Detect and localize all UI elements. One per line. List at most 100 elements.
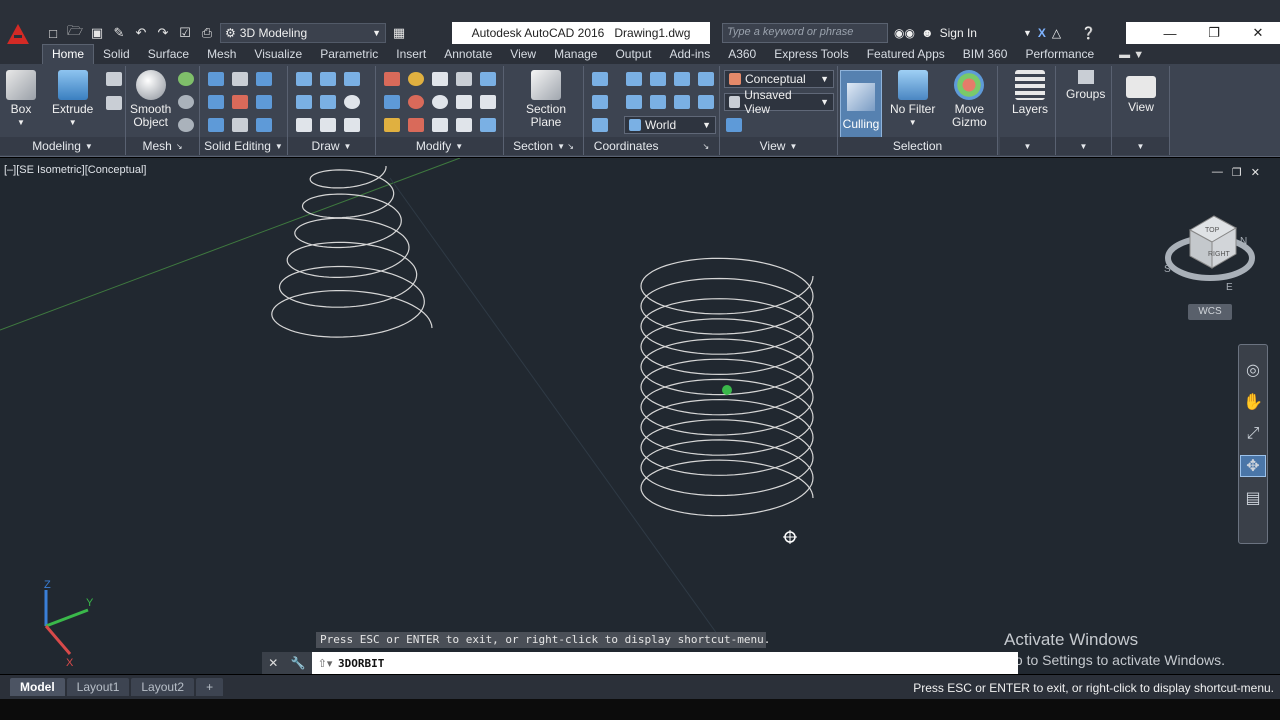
tab-add-ins[interactable]: Add-ins: [661, 45, 720, 64]
panel-label-coordinates[interactable]: Coordinates ↘: [584, 137, 719, 155]
tab-mesh[interactable]: Mesh: [198, 45, 245, 64]
steering-wheel-icon[interactable]: ◎: [1240, 359, 1266, 381]
separate-icon[interactable]: [256, 118, 272, 132]
ucs-y-icon[interactable]: [674, 95, 690, 109]
panel-label-modify[interactable]: Modify ▼: [376, 137, 503, 155]
workspace-selector[interactable]: ⚙ 3D Modeling ▼: [220, 23, 386, 43]
groups-button[interactable]: Groups: [1066, 70, 1105, 101]
exchange-icon[interactable]: X: [1038, 26, 1046, 40]
mesh-smooth-less-icon[interactable]: [178, 95, 194, 109]
no-filter-button[interactable]: No Filter ▼: [890, 70, 935, 129]
close-icon[interactable]: ✕: [268, 656, 278, 670]
match-properties-icon[interactable]: [384, 118, 400, 132]
plot-icon[interactable]: ⎙: [198, 24, 216, 42]
circle-icon[interactable]: [344, 95, 360, 109]
ucs-dropdown[interactable]: World ▼: [624, 116, 716, 134]
erase-icon[interactable]: [408, 118, 424, 132]
command-history-icon[interactable]: ⇧▾: [312, 657, 338, 670]
ucs-3point-icon[interactable]: [626, 95, 642, 109]
command-input[interactable]: 3DORBIT: [338, 657, 384, 670]
tab-express-tools[interactable]: Express Tools: [765, 45, 857, 64]
open-icon[interactable]: 🗁: [66, 23, 84, 42]
culling-button[interactable]: Culling: [840, 70, 882, 138]
tab-visualize[interactable]: Visualize: [245, 45, 311, 64]
visual-style-dropdown[interactable]: Conceptual ▼: [724, 70, 834, 88]
spline-icon[interactable]: [296, 95, 312, 109]
save-icon[interactable]: ▣: [88, 24, 106, 42]
sign-in-button[interactable]: Sign In: [940, 26, 977, 40]
tab-manage[interactable]: Manage: [545, 45, 606, 64]
presspull-icon[interactable]: [106, 96, 122, 110]
tab-insert[interactable]: Insert: [387, 45, 435, 64]
thicken-icon[interactable]: [232, 118, 248, 132]
box-button[interactable]: Box ▼: [6, 70, 36, 129]
panel-label-section[interactable]: Section ▼ ↘: [504, 137, 583, 155]
3d-array-icon[interactable]: [384, 95, 400, 109]
tab-view[interactable]: View: [501, 45, 545, 64]
close-icon[interactable]: ✕: [1251, 166, 1260, 179]
pan-icon[interactable]: ✋: [1240, 391, 1266, 413]
tab-output[interactable]: Output: [606, 45, 660, 64]
ucs-object-icon[interactable]: [698, 95, 714, 109]
tab-featured-apps[interactable]: Featured Apps: [858, 45, 954, 64]
3d-move-icon[interactable]: [384, 72, 400, 86]
union-icon[interactable]: [208, 72, 224, 86]
drawing-viewport[interactable]: Z Y X TOP RIGHT N E S [–][SE Isometric][…: [0, 158, 1280, 674]
panel-label-draw[interactable]: Draw ▼: [288, 137, 375, 155]
rectangle-icon[interactable]: [320, 118, 336, 132]
new-icon[interactable]: □: [44, 24, 62, 42]
extract-edges-icon[interactable]: [256, 72, 272, 86]
3d-align-icon[interactable]: [480, 72, 496, 86]
panel-label-solid-editing[interactable]: Solid Editing ▼: [200, 137, 287, 155]
save-as-icon[interactable]: ✎: [110, 24, 128, 42]
tab-a360[interactable]: A360: [719, 45, 765, 64]
panel-label-view[interactable]: View ▼: [720, 137, 837, 155]
panel-label-modeling[interactable]: Modeling ▼: [0, 137, 125, 155]
minimize-icon[interactable]: —: [1148, 22, 1192, 44]
showmotion-icon[interactable]: ▤: [1240, 487, 1266, 509]
mesh-smooth-more-icon[interactable]: [178, 72, 194, 86]
ucs-origin-icon[interactable]: [650, 72, 666, 86]
section-plane-button[interactable]: Section Plane: [526, 70, 566, 129]
tab-layout2[interactable]: Layout2: [131, 678, 195, 696]
polyline-icon[interactable]: [296, 72, 312, 86]
tab-layout1[interactable]: Layout1: [66, 678, 130, 696]
panel-label-groups[interactable]: ▼: [1056, 137, 1111, 155]
ucs-named-icon[interactable]: [592, 118, 608, 132]
panel-label-view-big[interactable]: ▼: [1112, 137, 1169, 155]
undo-icon[interactable]: ↶: [132, 24, 150, 42]
subtract-icon[interactable]: [208, 95, 224, 109]
redo-icon[interactable]: ↷: [154, 24, 172, 42]
mesh-refine-icon[interactable]: [178, 118, 194, 132]
viewport-controls-label[interactable]: [–][SE Isometric][Conceptual]: [4, 164, 146, 176]
rotate-icon[interactable]: [432, 95, 448, 109]
3d-scale-icon[interactable]: [456, 72, 472, 86]
ribbon-minimize-icon[interactable]: ▬ ▼: [1119, 49, 1144, 64]
share-icon[interactable]: ▦: [390, 24, 408, 42]
tab-surface[interactable]: Surface: [139, 45, 198, 64]
extrude-button[interactable]: Extrude ▼: [52, 70, 93, 129]
tab-model[interactable]: Model: [10, 678, 65, 696]
array-icon[interactable]: [480, 118, 496, 132]
match-properties-icon[interactable]: ☑: [176, 24, 194, 42]
ucs-x-icon[interactable]: [674, 72, 690, 86]
offset-icon[interactable]: [432, 118, 448, 132]
ucs-world-icon[interactable]: [626, 72, 642, 86]
interfere-icon[interactable]: [232, 95, 248, 109]
3d-mirror-icon[interactable]: [408, 95, 424, 109]
arc-icon[interactable]: [344, 72, 360, 86]
view-button[interactable]: View: [1126, 70, 1156, 114]
fillet-icon[interactable]: [480, 95, 496, 109]
wrench-icon[interactable]: 🔧: [291, 656, 306, 670]
point-icon[interactable]: [344, 118, 360, 132]
zoom-extents-icon[interactable]: ⤢: [1240, 423, 1266, 445]
restore-icon[interactable]: ❐: [1192, 22, 1236, 44]
viewport-config-icon[interactable]: [726, 118, 742, 132]
3d-rotate-icon[interactable]: [408, 72, 424, 86]
ucs-icon[interactable]: [592, 72, 608, 86]
help-icon[interactable]: ❔: [1081, 26, 1096, 40]
helix-icon[interactable]: [320, 72, 336, 86]
ucs-view-icon[interactable]: [698, 72, 714, 86]
copy-icon[interactable]: [456, 118, 472, 132]
ucs-face-icon[interactable]: [592, 95, 608, 109]
